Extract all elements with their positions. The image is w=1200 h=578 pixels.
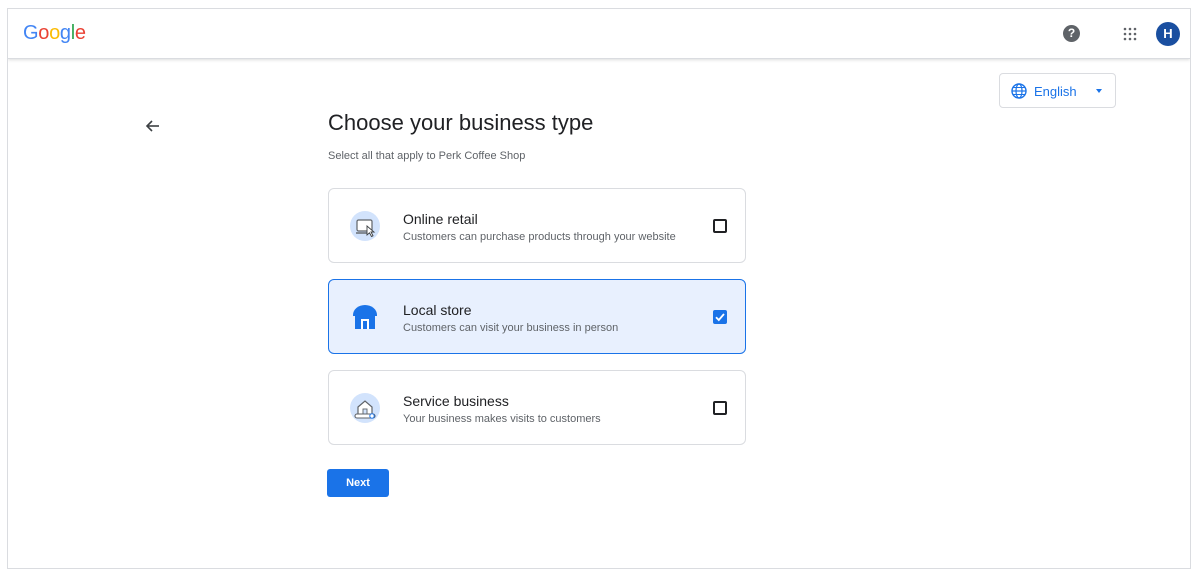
- page-title: Choose your business type: [328, 110, 594, 135]
- option-description: Customers can visit your business in per…: [403, 322, 619, 334]
- option-online-retail[interactable]: Online retail Customers can purchase pro…: [328, 188, 746, 263]
- option-description: Customers can purchase products through …: [403, 231, 676, 243]
- option-description: Your business makes visits to customers: [403, 413, 601, 425]
- online-retail-icon: [350, 211, 380, 241]
- back-arrow-icon[interactable]: [144, 117, 162, 135]
- local-store-checkbox[interactable]: [713, 310, 727, 324]
- language-label: English: [1034, 84, 1077, 99]
- option-title: Service business: [403, 393, 509, 409]
- google-logo[interactable]: Google: [23, 22, 86, 45]
- service-business-checkbox[interactable]: [713, 401, 727, 415]
- next-button[interactable]: Next: [327, 469, 389, 497]
- app-frame: Google ? H English Choose your business …: [7, 8, 1191, 569]
- account-avatar[interactable]: H: [1156, 22, 1180, 46]
- service-business-icon: [350, 393, 380, 423]
- storefront-icon: [350, 302, 380, 332]
- logo-letter: G: [23, 22, 39, 44]
- page-subtitle: Select all that apply to Perk Coffee Sho…: [328, 150, 526, 162]
- option-title: Online retail: [403, 211, 478, 227]
- option-title: Local store: [403, 302, 472, 318]
- logo-letter: o: [49, 22, 60, 44]
- online-retail-checkbox[interactable]: [713, 219, 727, 233]
- option-service-business[interactable]: Service business Your business makes vis…: [328, 370, 746, 445]
- language-selector[interactable]: English: [999, 73, 1116, 108]
- globe-icon: [1011, 83, 1027, 99]
- help-icon[interactable]: ?: [1063, 25, 1080, 42]
- option-local-store[interactable]: Local store Customers can visit your bus…: [328, 279, 746, 354]
- logo-letter: g: [59, 22, 71, 44]
- checkmark-icon: [715, 313, 725, 322]
- top-bar: Google ? H: [8, 9, 1190, 59]
- logo-letter: o: [38, 22, 50, 44]
- apps-grid-icon[interactable]: [1123, 27, 1137, 41]
- logo-letter: e: [74, 22, 86, 44]
- chevron-down-icon: [1096, 89, 1102, 93]
